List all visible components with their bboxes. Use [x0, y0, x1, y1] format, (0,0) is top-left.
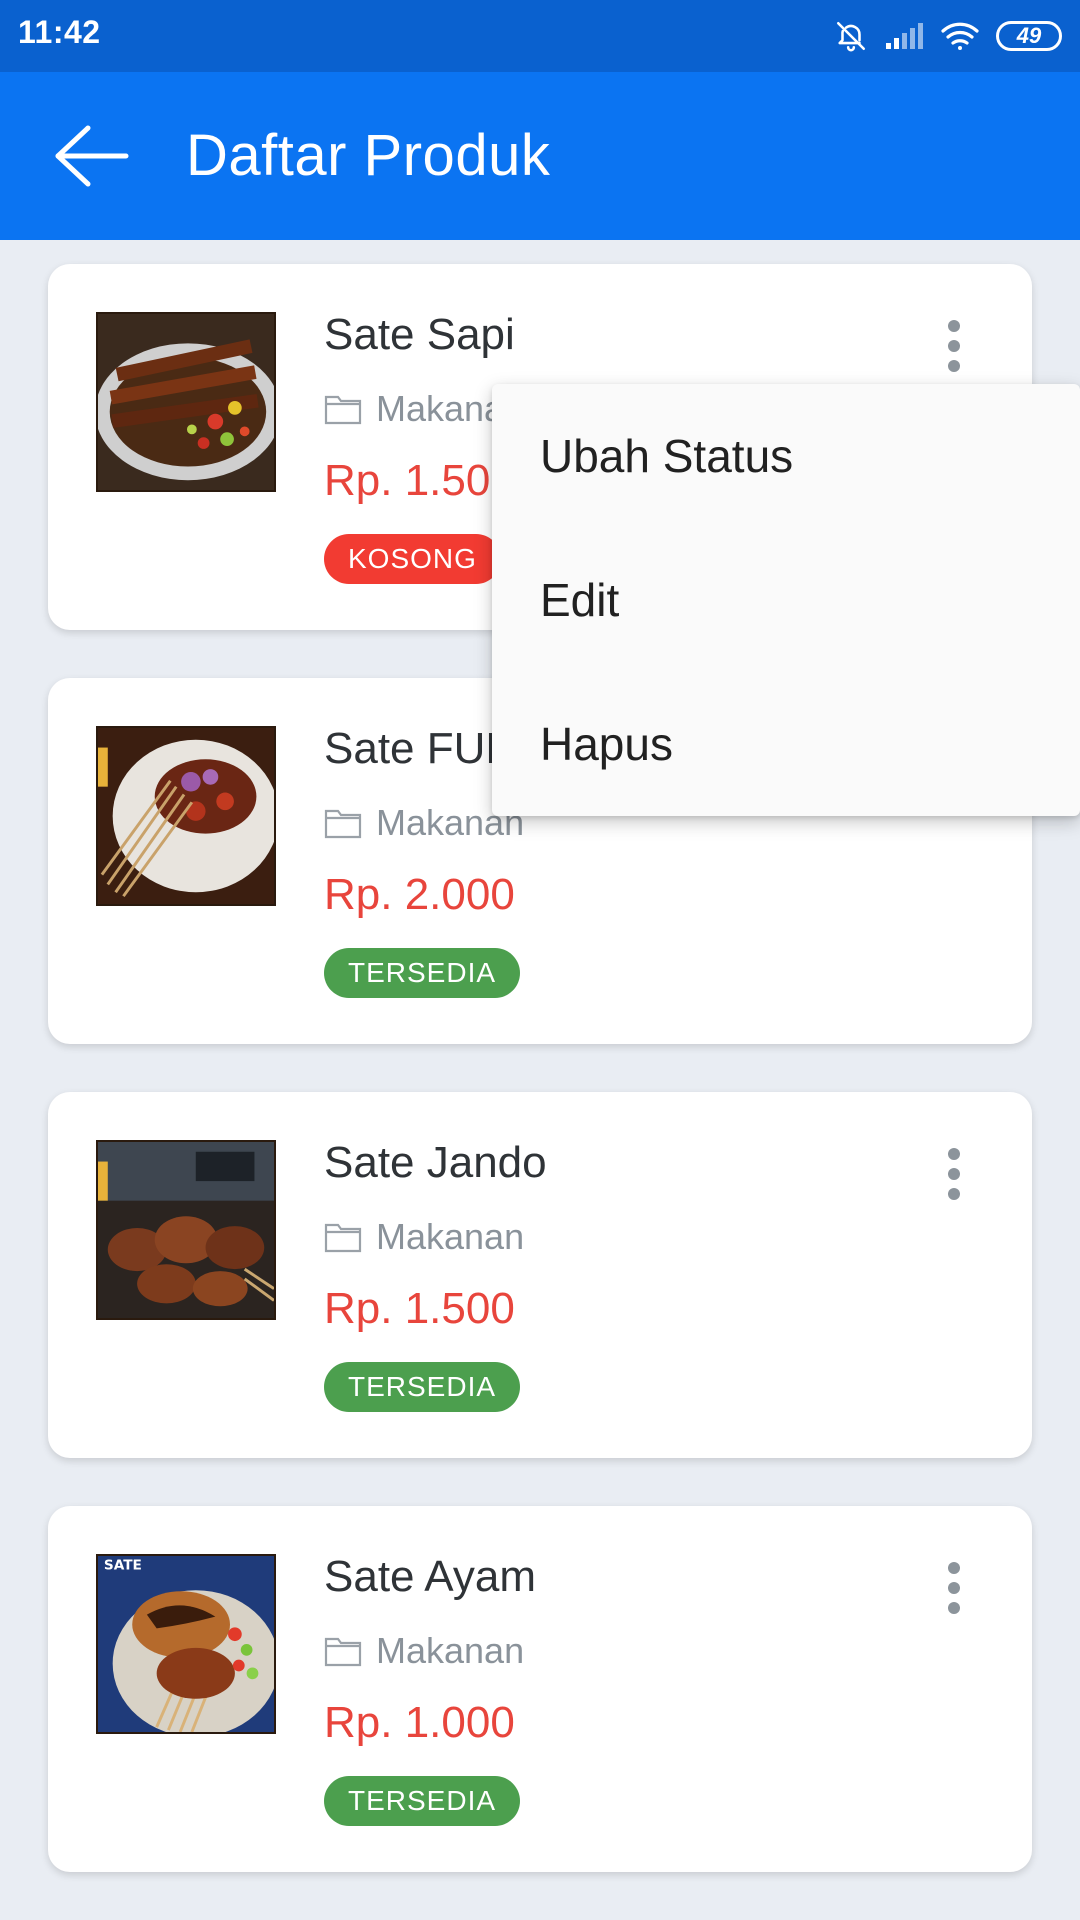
category-label: Makanan — [376, 1630, 525, 1671]
product-card[interactable]: Sate Jando Makanan Rp. 1.500 TERSEDIA — [48, 1092, 1032, 1458]
popup-menu: Ubah Status Edit Hapus — [492, 384, 1080, 816]
product-price: Rp. 1.500 — [324, 456, 515, 505]
status-badge: KOSONG — [324, 534, 501, 584]
product-category: Makanan — [324, 1216, 524, 1258]
product-name: Sate Ayam — [324, 1552, 536, 1601]
page-title: Daftar Produk — [186, 123, 551, 188]
status-time: 11:42 — [18, 14, 101, 50]
more-vert-icon — [948, 1148, 960, 1160]
folder-icon — [324, 1223, 362, 1253]
product-price: Rp. 1.500 — [324, 1284, 515, 1333]
product-name: Sate Sapi — [324, 310, 515, 359]
product-card[interactable]: SATE Sate Ayam Makanan Rp. 1.000 TERSEDI… — [48, 1506, 1032, 1872]
product-name: Sate Jando — [324, 1138, 547, 1187]
product-price: Rp. 1.000 — [324, 1698, 515, 1747]
category-label: Makanan — [376, 1216, 525, 1257]
product-image — [96, 312, 276, 492]
bell-off-icon — [834, 19, 868, 53]
more-options-button[interactable] — [936, 1144, 972, 1204]
product-price: Rp. 2.000 — [324, 870, 515, 919]
more-options-button[interactable] — [936, 316, 972, 376]
menu-item-hapus[interactable]: Hapus — [492, 672, 1080, 816]
product-category: Makanan — [324, 1630, 524, 1672]
folder-icon — [324, 395, 362, 425]
status-badge: TERSEDIA — [324, 1362, 521, 1412]
status-icons: 49 — [834, 14, 1062, 58]
product-image — [96, 1140, 276, 1320]
arrow-back-icon — [55, 125, 129, 187]
app-bar: Daftar Produk — [0, 72, 1080, 240]
more-vert-icon — [948, 1562, 960, 1574]
more-options-button[interactable] — [936, 1558, 972, 1618]
status-badge: TERSEDIA — [324, 1776, 521, 1826]
menu-item-ubah-status[interactable]: Ubah Status — [492, 384, 1080, 528]
battery-level: 49 — [1016, 23, 1042, 48]
menu-item-edit[interactable]: Edit — [492, 528, 1080, 672]
signal-icon — [884, 21, 924, 51]
more-vert-icon — [948, 320, 960, 332]
wifi-icon — [940, 20, 980, 52]
status-badge: TERSEDIA — [324, 948, 521, 998]
product-image: SATE — [96, 1554, 276, 1734]
battery-icon: 49 — [996, 21, 1062, 51]
svg-text:SATE: SATE — [104, 1558, 142, 1574]
product-image — [96, 726, 276, 906]
status-bar: 11:42 49 — [0, 0, 1080, 72]
folder-icon — [324, 809, 362, 839]
back-button[interactable] — [52, 120, 136, 192]
folder-icon — [324, 1637, 362, 1667]
